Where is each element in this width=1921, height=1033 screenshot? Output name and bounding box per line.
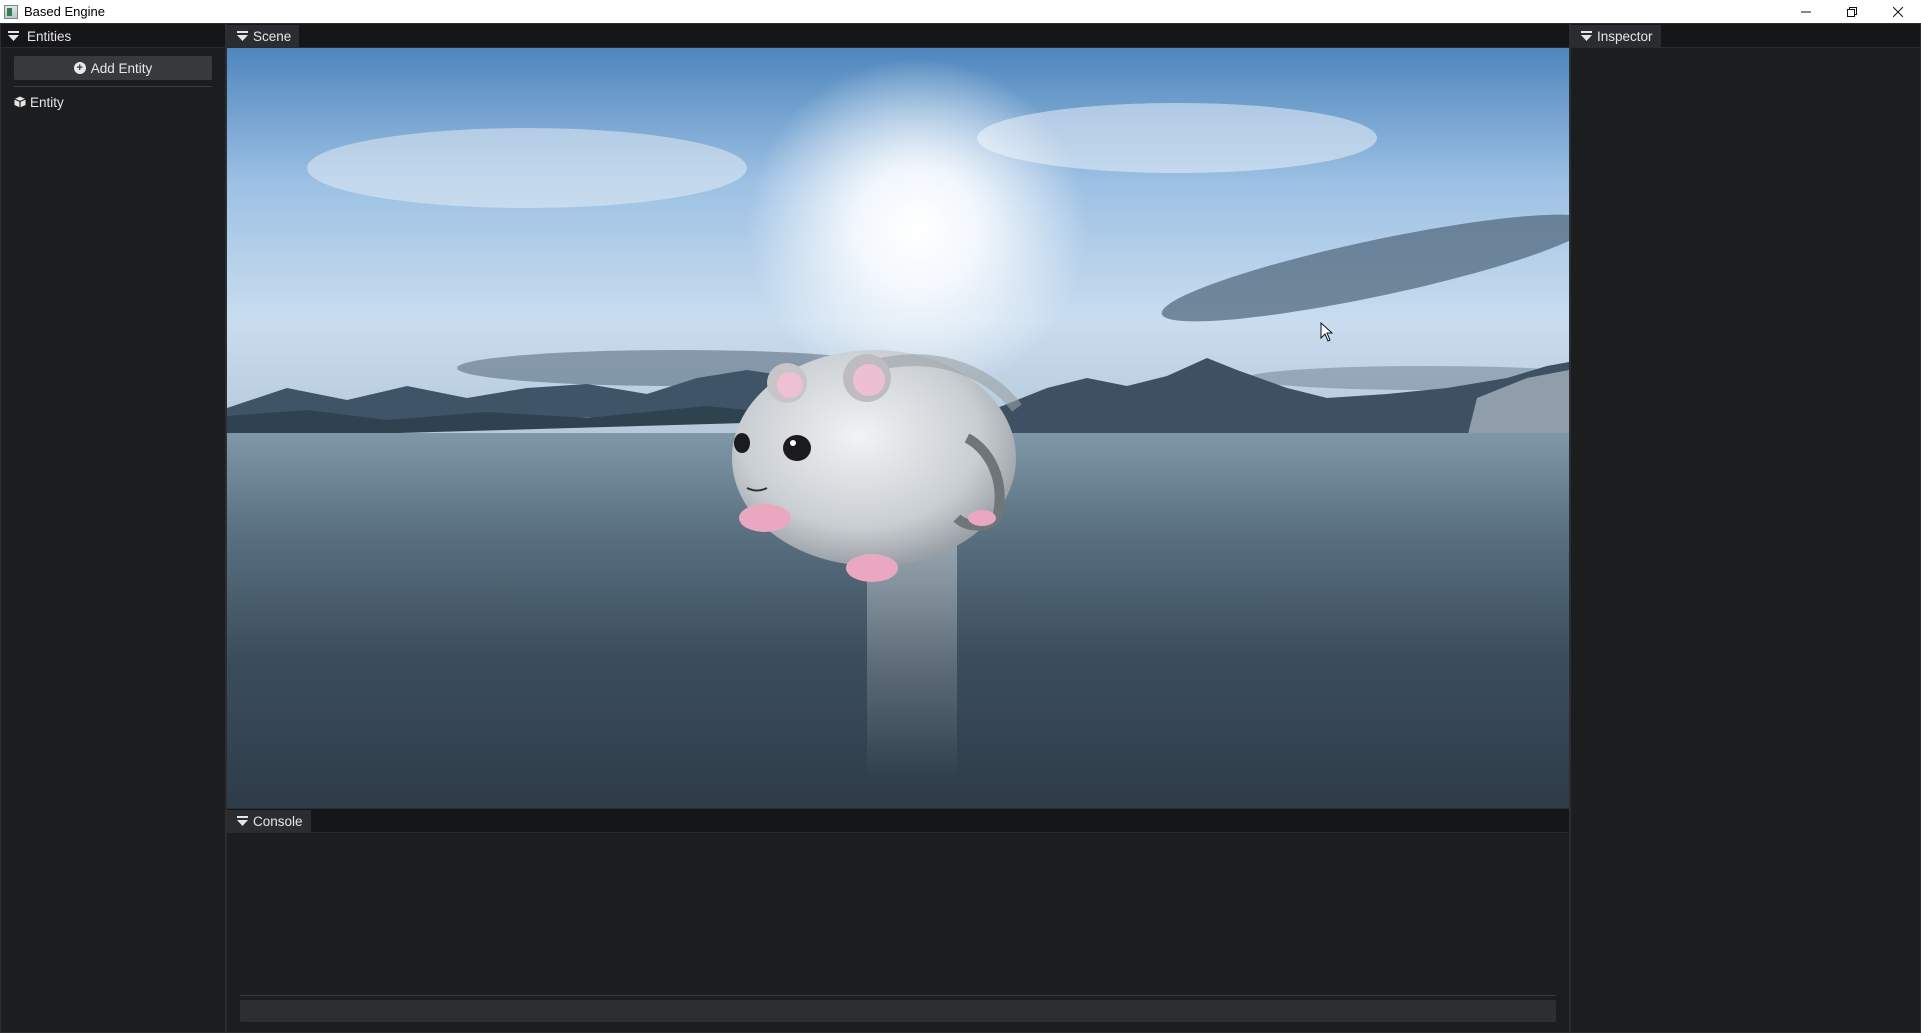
cube-icon [14, 96, 26, 108]
inspector-panel-header: Inspector [1571, 24, 1920, 48]
divider [240, 995, 1556, 996]
entities-panel-header: Entities [1, 24, 225, 48]
minimize-button[interactable] [1783, 0, 1829, 23]
scene-panel: Scene [226, 23, 1570, 809]
hamburger-dropdown-icon [7, 30, 19, 41]
hamburger-dropdown-icon [236, 31, 248, 41]
inspector-tab-menu-button[interactable] [1575, 25, 1597, 47]
inspector-tab[interactable]: Inspector [1571, 25, 1661, 47]
plus-circle-icon: + [73, 62, 86, 74]
entities-tab-menu-button[interactable] [1, 25, 25, 47]
entity-list-item[interactable]: Entity [1, 92, 225, 112]
hamburger-dropdown-icon [236, 816, 248, 826]
maximize-icon [1847, 6, 1857, 17]
scene-tab-label: Scene [253, 28, 292, 44]
inspector-tab-label: Inspector [1597, 28, 1653, 44]
window-titlebar[interactable]: Based Engine [0, 0, 1921, 23]
close-button[interactable] [1875, 0, 1921, 23]
maximize-button[interactable] [1829, 0, 1875, 23]
entities-panel: Entities + Add Entity Entity [0, 23, 226, 1033]
add-entity-button[interactable]: + Add Entity [14, 56, 212, 80]
console-tab-menu-button[interactable] [231, 810, 253, 832]
window-title: Based Engine [24, 4, 105, 19]
console-input[interactable] [240, 1000, 1556, 1022]
scene-render [227, 48, 1569, 808]
entity-label: Entity [30, 94, 64, 110]
console-tab[interactable]: Console [227, 810, 311, 832]
hamburger-dropdown-icon [1580, 31, 1592, 41]
console-tab-label: Console [253, 813, 303, 829]
minimize-icon [1801, 11, 1811, 12]
app-icon [4, 4, 18, 19]
add-entity-label: Add Entity [90, 60, 153, 76]
entities-tab[interactable]: Entities [25, 25, 79, 47]
console-panel: Console [226, 808, 1570, 1033]
scene-tab[interactable]: Scene [227, 25, 300, 47]
scene-tab-menu-button[interactable] [231, 25, 253, 47]
inspector-panel: Inspector [1570, 23, 1921, 1033]
mouse-cursor-icon [1320, 322, 1334, 342]
window-controls [1783, 0, 1921, 23]
close-icon [1893, 6, 1903, 17]
divider [14, 86, 212, 87]
scene-panel-header: Scene [227, 24, 1569, 48]
scene-viewport[interactable] [227, 48, 1569, 808]
console-panel-header: Console [227, 809, 1569, 833]
